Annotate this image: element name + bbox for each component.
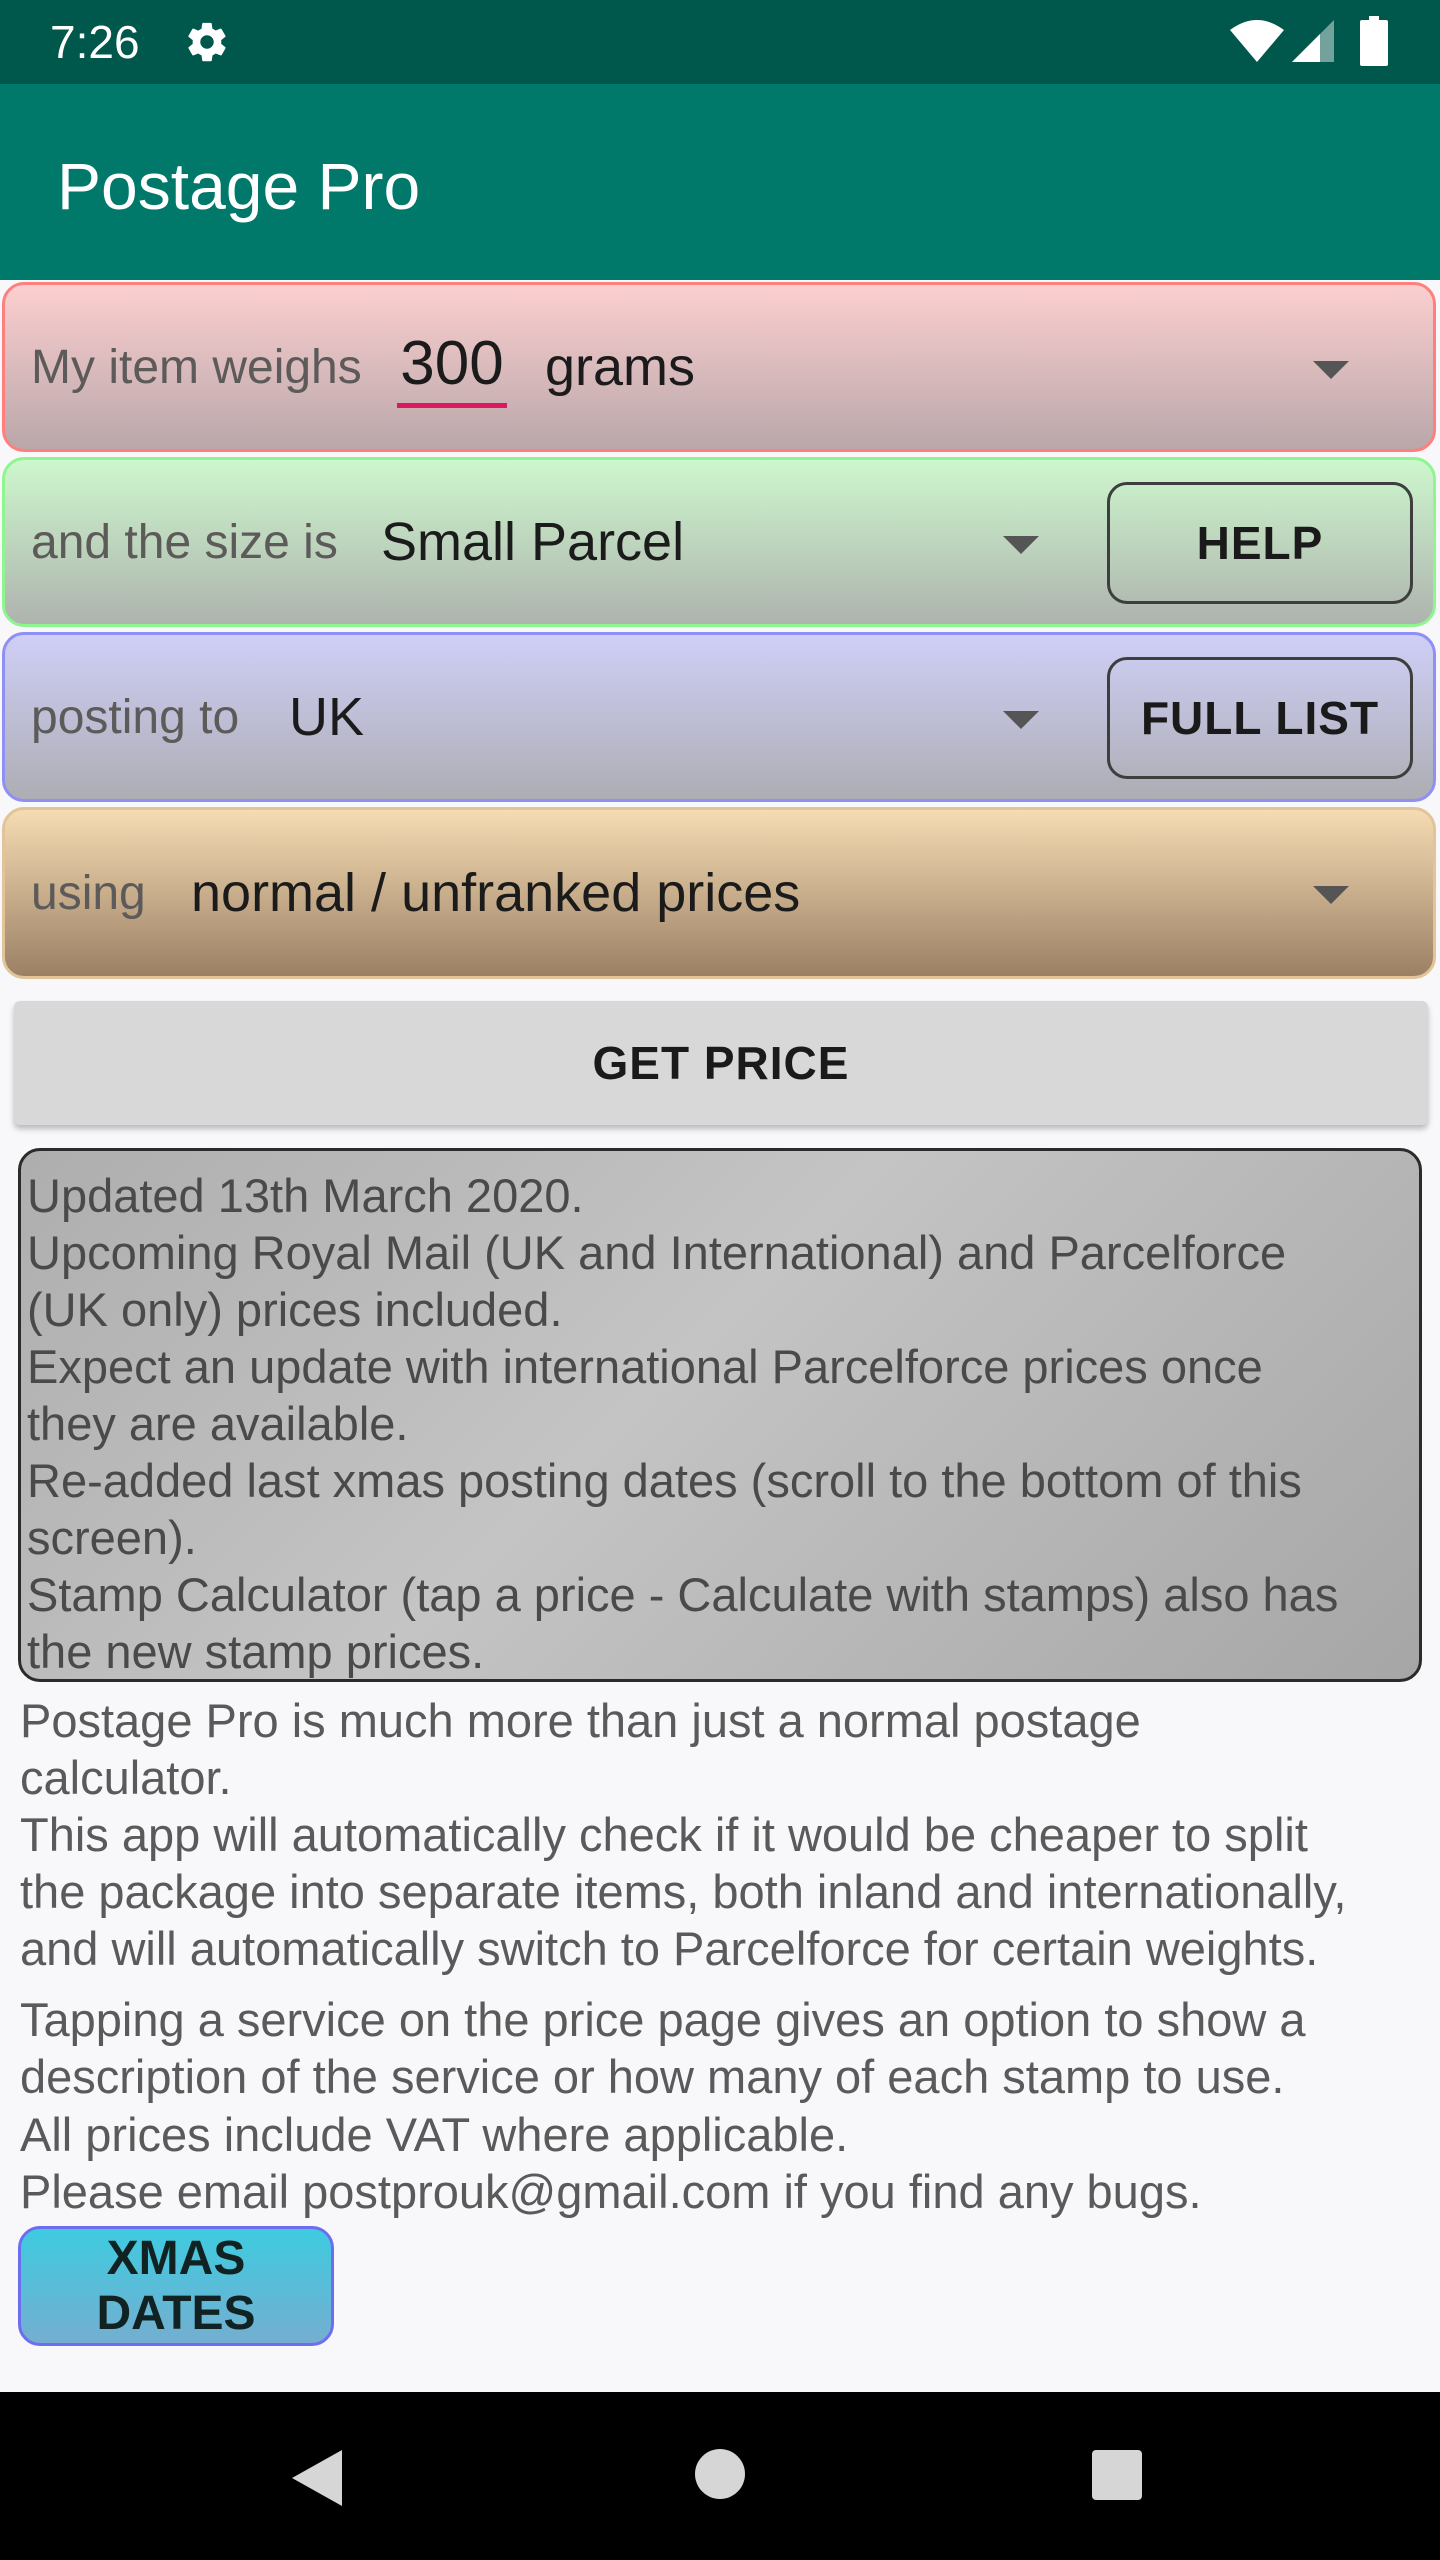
news-line: Stamp Calculator (tap a price - Calculat…	[27, 1568, 1339, 1621]
chevron-down-icon[interactable]	[1003, 711, 1039, 729]
info-line: All prices include VAT where applicable.	[20, 2108, 849, 2161]
news-line: Updated 13th March 2020.	[27, 1169, 584, 1222]
weight-label: My item weighs	[31, 340, 362, 394]
info-line: calculator.	[20, 1751, 232, 1804]
chevron-down-icon[interactable]	[1313, 886, 1349, 904]
size-label: and the size is	[31, 515, 338, 569]
app-bar: Postage Pro	[0, 84, 1440, 280]
weight-unit-dropdown[interactable]: grams	[545, 285, 695, 449]
info-line: Postage Pro is much more than just a nor…	[20, 1694, 1141, 1747]
weight-input[interactable]	[397, 323, 507, 408]
destination-dropdown[interactable]: UK	[289, 635, 364, 799]
navigation-bar	[0, 2392, 1440, 2560]
news-line: Expect an update with international Parc…	[27, 1340, 1263, 1393]
gear-icon	[188, 22, 226, 62]
full-list-button[interactable]: FULL LIST	[1107, 657, 1413, 779]
status-time: 7:26	[50, 16, 140, 68]
size-row: and the size is Small Parcel HELP	[2, 457, 1436, 627]
get-price-button[interactable]: GET PRICE	[14, 1001, 1428, 1125]
pricing-label: using	[31, 866, 146, 920]
news-line: screen).	[27, 1511, 197, 1564]
info-line: the package into separate items, both in…	[20, 1865, 1347, 1918]
info-line: description of the service or how many o…	[20, 2050, 1285, 2103]
news-line: Upcoming Royal Mail (UK and Internationa…	[27, 1226, 1287, 1279]
home-icon[interactable]	[694, 2448, 746, 2500]
battery-icon	[1360, 16, 1388, 66]
update-notes: Updated 13th March 2020. Upcoming Royal …	[18, 1148, 1422, 1682]
help-button[interactable]: HELP	[1107, 482, 1413, 604]
destination-row: posting to UK FULL LIST	[2, 632, 1436, 802]
back-icon[interactable]	[290, 2448, 344, 2508]
info-paragraph: All prices include VAT where applicable.…	[20, 2106, 1440, 2220]
info-line: This app will automatically check if it …	[20, 1808, 1308, 1861]
xmas-dates-button[interactable]: XMAS DATES	[18, 2226, 334, 2346]
news-line: they are available.	[27, 1397, 409, 1450]
chevron-down-icon[interactable]	[1003, 536, 1039, 554]
weight-row[interactable]: My item weighs grams	[2, 282, 1436, 452]
size-dropdown[interactable]: Small Parcel	[381, 460, 684, 624]
info-paragraph: Postage Pro is much more than just a nor…	[20, 1692, 1440, 1977]
recents-icon[interactable]	[1091, 2449, 1143, 2501]
status-bar: 7:26	[0, 0, 1440, 84]
app-title: Postage Pro	[57, 149, 421, 223]
contact-email-line[interactable]: Please email postprouk@gmail.com if you …	[20, 2163, 1440, 2220]
info-paragraph: Tapping a service on the price page give…	[20, 1991, 1440, 2105]
wifi-icon	[1230, 20, 1284, 62]
info-line: and will automatically switch to Parcelf…	[20, 1922, 1319, 1975]
pricing-row[interactable]: using normal / unfranked prices	[2, 807, 1436, 979]
news-line: (UK only) prices included.	[27, 1283, 563, 1336]
destination-label: posting to	[31, 690, 240, 744]
info-line: Tapping a service on the price page give…	[20, 1993, 1306, 2046]
signal-icon	[1292, 20, 1334, 62]
chevron-down-icon[interactable]	[1313, 361, 1349, 379]
news-line: the new stamp prices.	[27, 1625, 485, 1678]
pricing-dropdown[interactable]: normal / unfranked prices	[191, 810, 800, 976]
news-line: Re-added last xmas posting dates (scroll…	[27, 1454, 1302, 1507]
